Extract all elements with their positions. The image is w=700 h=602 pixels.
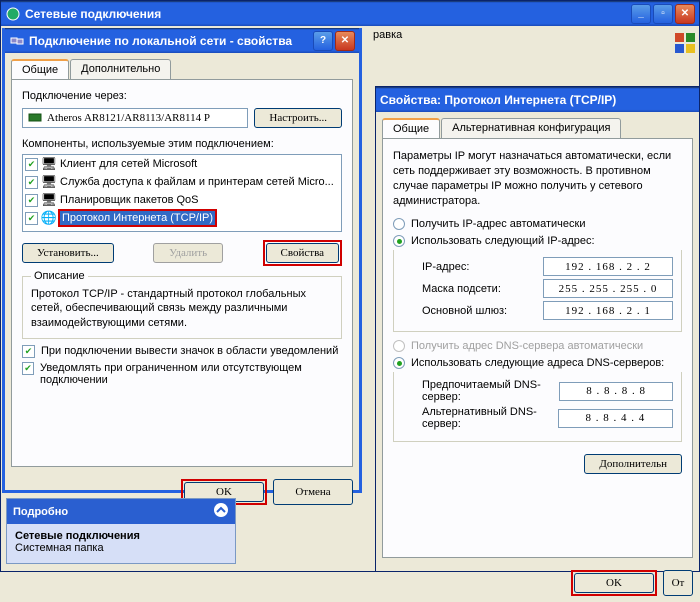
tcpip-tabs: Общие Альтернативная конфигурация <box>376 112 699 138</box>
ip-label: IP-адрес: <box>422 261 469 273</box>
list-item-label: Клиент для сетей Microsoft <box>60 158 197 170</box>
limited-label: Уведомлять при ограниченном или отсутств… <box>40 362 342 386</box>
main-title: Сетевые подключения <box>25 7 631 21</box>
qos-icon: 🖥 <box>41 192 57 208</box>
details-header[interactable]: Подробно <box>7 499 235 524</box>
dns2-input[interactable]: 8 . 8 . 4 . 4 <box>558 409 673 428</box>
install-button[interactable]: Установить... <box>22 243 114 263</box>
list-item[interactable]: ✔ 🖥 Служба доступа к файлам и принтерам … <box>23 173 341 191</box>
main-maximize-button[interactable]: ▫ <box>653 4 673 24</box>
details-header-label: Подробно <box>13 506 68 518</box>
connect-via-label: Подключение через: <box>22 90 342 102</box>
service-icon: 🖥 <box>41 174 57 190</box>
radio-manual-dns[interactable] <box>393 357 405 369</box>
adapter-icon <box>27 110 43 126</box>
list-item-label: Служба доступа к файлам и принтерам сете… <box>60 176 334 188</box>
tcpip-cancel-button[interactable]: От <box>663 570 693 596</box>
mask-label: Маска подсети: <box>422 283 501 295</box>
radio-auto-ip-label: Получить IP-адрес автоматически <box>411 218 585 230</box>
checkbox-icon[interactable]: ✔ <box>25 194 38 207</box>
network-icon <box>5 6 21 22</box>
radio-auto-ip[interactable] <box>393 218 405 230</box>
description-label: Описание <box>31 270 88 282</box>
conn-title: Подключение по локальной сети - свойства <box>29 34 313 48</box>
description-text: Протокол TCP/IP - стандартный протокол г… <box>31 287 333 330</box>
conn-cancel-button[interactable]: Отмена <box>273 479 353 505</box>
radio-manual-ip[interactable] <box>393 235 405 247</box>
gateway-label: Основной шлюз: <box>422 305 507 317</box>
client-icon: 🖥 <box>41 156 57 172</box>
tab-tcpip-general[interactable]: Общие <box>382 118 440 138</box>
conn-tabs: Общие Дополнительно <box>5 53 359 79</box>
radio-auto-dns <box>393 340 405 352</box>
main-minimize-button[interactable]: _ <box>631 4 651 24</box>
uninstall-button: Удалить <box>153 243 223 263</box>
notify-checkbox[interactable]: ✔ <box>22 345 35 358</box>
radio-manual-ip-label: Использовать следующий IP-адрес: <box>411 235 595 247</box>
chevron-up-icon[interactable] <box>213 502 229 521</box>
list-item-label: Протокол Интернета (TCP/IP) <box>60 211 215 225</box>
conn-tab-body: Подключение через: Atheros AR8121/AR8113… <box>11 79 353 467</box>
checkbox-icon[interactable]: ✔ <box>25 212 38 225</box>
adapter-field: Atheros AR8121/AR8113/AR8114 P <box>22 108 248 128</box>
configure-button[interactable]: Настроить... <box>254 108 342 128</box>
limited-checkbox[interactable]: ✔ <box>22 362 34 375</box>
ip-input[interactable]: 192 . 168 . 2 . 2 <box>543 257 673 276</box>
conn-titlebar: Подключение по локальной сети - свойства… <box>5 28 359 53</box>
main-close-button[interactable]: ✕ <box>675 4 695 24</box>
list-item[interactable]: ✔ 🌐 Протокол Интернета (TCP/IP) <box>23 209 341 227</box>
list-item[interactable]: ✔ 🖥 Клиент для сетей Microsoft <box>23 155 341 173</box>
details-subtitle: Системная папка <box>15 542 227 554</box>
tab-tcpip-alt[interactable]: Альтернативная конфигурация <box>441 118 621 138</box>
components-label: Компоненты, используемые этим подключени… <box>22 138 342 150</box>
conn-close-button[interactable]: ✕ <box>335 31 355 51</box>
checkbox-icon[interactable]: ✔ <box>25 158 38 171</box>
dns1-label: Предпочитаемый DNS-сервер: <box>422 379 559 403</box>
adapter-name: Atheros AR8121/AR8113/AR8114 P <box>47 112 210 124</box>
notify-label: При подключении вывести значок в области… <box>41 345 338 357</box>
checkbox-icon[interactable]: ✔ <box>25 176 38 189</box>
dns1-input[interactable]: 8 . 8 . 8 . 8 <box>559 382 673 401</box>
dns2-label: Альтернативный DNS-сервер: <box>422 406 558 430</box>
tcpip-titlebar: Свойства: Протокол Интернета (TCP/IP) <box>376 87 699 112</box>
radio-auto-dns-label: Получить адрес DNS-сервера автоматически <box>411 340 643 352</box>
list-item[interactable]: ✔ 🖥 Планировщик пакетов QoS <box>23 191 341 209</box>
gateway-input[interactable]: 192 . 168 . 2 . 1 <box>543 301 673 320</box>
radio-manual-dns-label: Использовать следующие адреса DNS-сервер… <box>411 357 664 369</box>
connection-properties-window: Подключение по локальной сети - свойства… <box>2 28 362 493</box>
tcpip-title: Свойства: Протокол Интернета (TCP/IP) <box>380 93 695 107</box>
conn-help-button[interactable]: ? <box>313 31 333 51</box>
main-titlebar: Сетевые подключения _ ▫ ✕ <box>1 1 699 26</box>
components-list[interactable]: ✔ 🖥 Клиент для сетей Microsoft ✔ 🖥 Служб… <box>22 154 342 232</box>
tcpip-icon: 🌐 <box>41 210 57 226</box>
list-item-label: Планировщик пакетов QoS <box>60 194 199 206</box>
tab-advanced[interactable]: Дополнительно <box>70 59 171 79</box>
tab-general[interactable]: Общие <box>11 59 69 79</box>
menu-item[interactable]: равка <box>373 29 402 41</box>
details-title: Сетевые подключения <box>15 530 227 542</box>
tcpip-properties-window: Свойства: Протокол Интернета (TCP/IP) Об… <box>375 86 700 572</box>
tcpip-tab-body: Параметры IP могут назначаться автоматич… <box>382 138 693 558</box>
mask-input[interactable]: 255 . 255 . 255 . 0 <box>543 279 673 298</box>
connection-icon <box>9 33 25 49</box>
windows-logo-icon <box>673 31 697 55</box>
tcpip-ok-button[interactable]: OK <box>574 573 654 593</box>
tcpip-advanced-button[interactable]: Дополнительн <box>584 454 682 474</box>
details-panel: Подробно Сетевые подключения Системная п… <box>6 498 236 564</box>
properties-button[interactable]: Свойства <box>266 243 339 263</box>
tcpip-intro: Параметры IP могут назначаться автоматич… <box>393 149 682 208</box>
